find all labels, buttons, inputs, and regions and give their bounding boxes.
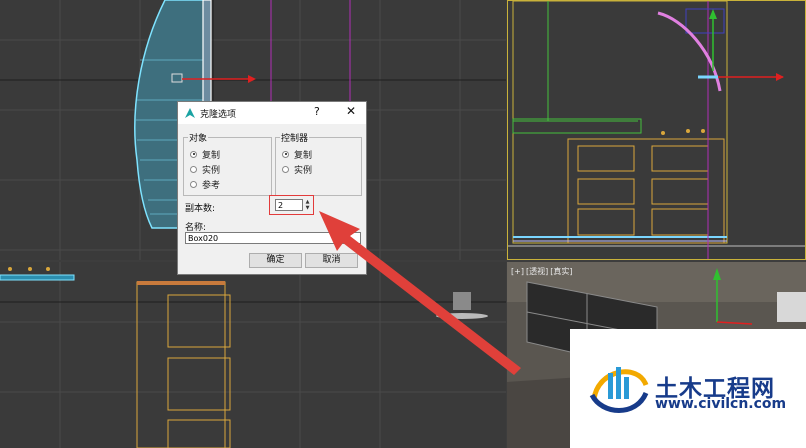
object-group-title: 对象 [188,131,209,144]
object-reference-radio[interactable]: 参考 [190,178,221,191]
copies-input[interactable] [275,199,303,211]
controller-group-title: 控制器 [280,131,310,144]
clone-options-dialog: 克隆选项 ? ✕ 对象 复制 实例 参考 控制器 复制 实例 副本数: ▲ ▼ [177,101,367,275]
watermark-site-url: www.civilcn.com [655,396,787,412]
controller-copy-radio-dot[interactable] [282,150,289,158]
object-reference-radio-dot[interactable] [190,180,197,188]
viewport-label: [+] [透视] [真实] [511,266,574,277]
object-group: 对象 复制 实例 参考 [183,131,272,196]
help-button[interactable]: ? [314,105,320,118]
viewport-label-view[interactable]: [透视] [526,267,548,276]
object-instance-radio-dot[interactable] [190,165,197,173]
controller-copy-radio[interactable]: 复制 [282,148,313,161]
3dsmax-app-icon [185,108,195,118]
viewport-label-plus[interactable]: [+] [511,267,524,276]
controller-instance-radio[interactable]: 实例 [282,163,313,176]
name-input[interactable] [185,232,361,244]
object-copy-radio[interactable]: 复制 [190,148,221,161]
viewport-bottom-left-scene [0,262,506,448]
ok-button[interactable]: 确定 [249,253,302,268]
dialog-titlebar[interactable]: 克隆选项 ? ✕ [178,102,366,124]
object-copy-radio-dot[interactable] [190,150,197,158]
dialog-title: 克隆选项 [200,110,237,120]
civilcn-logo-icon [589,367,649,413]
object-copy-label: 复制 [202,150,221,161]
cancel-button[interactable]: 取消 [305,253,358,268]
object-reference-label: 参考 [202,180,221,191]
controller-instance-radio-dot[interactable] [282,165,289,173]
watermark: 土木工程网 www.civilcn.com [570,329,806,448]
close-button[interactable]: ✕ [346,104,356,118]
object-instance-label: 实例 [202,165,221,176]
viewport-bottom-left[interactable] [0,262,506,448]
controller-copy-label: 复制 [294,150,313,161]
viewport-top-right[interactable] [507,0,806,260]
viewport-top-right-scene [508,1,805,259]
object-instance-radio[interactable]: 实例 [190,163,221,176]
copies-label: 副本数: [185,204,216,214]
copies-decrement[interactable]: ▼ [304,205,311,211]
controller-instance-label: 实例 [294,165,313,176]
controller-group: 控制器 复制 实例 [275,131,362,196]
viewport-label-shading[interactable]: [真实] [550,267,572,276]
